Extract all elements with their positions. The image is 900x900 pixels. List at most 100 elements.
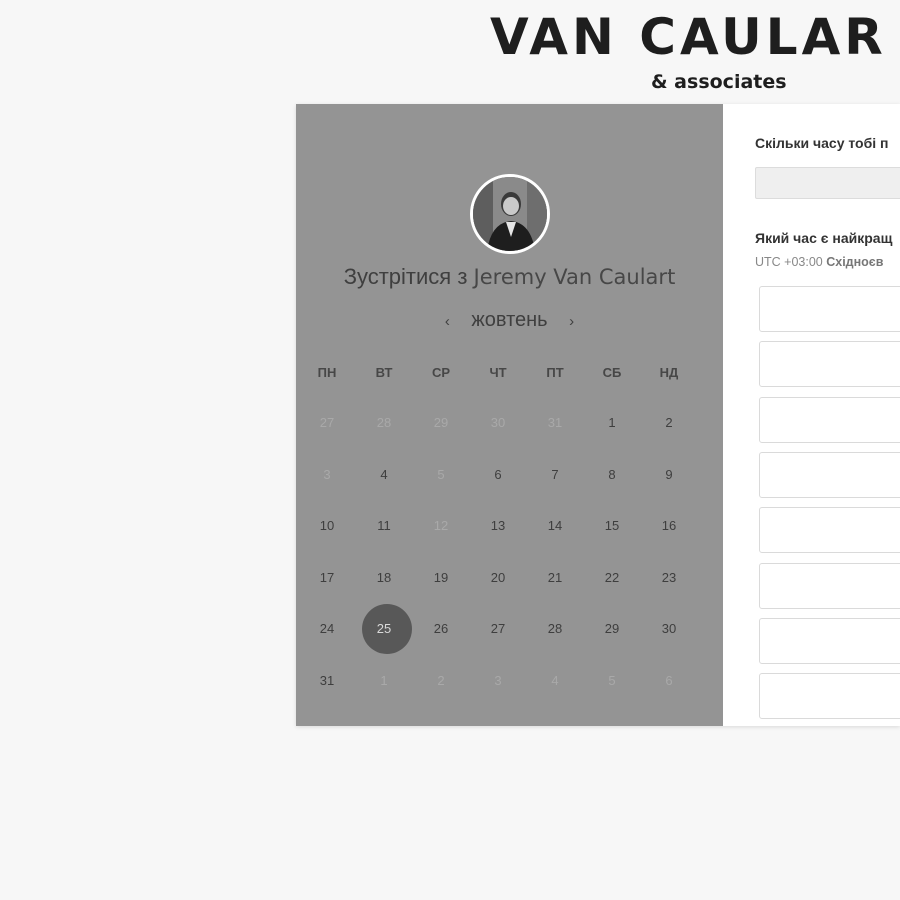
calendar-week-row: 24 25 26 27 28 29 30 bbox=[296, 604, 723, 654]
calendar-day[interactable]: 6 bbox=[470, 450, 526, 500]
timezone-label[interactable]: UTC +03:00 Східноєв bbox=[755, 254, 883, 270]
meet-prefix: Зустрітися з bbox=[343, 264, 468, 289]
calendar-day: 3 bbox=[299, 450, 355, 500]
calendar-day[interactable]: 7 bbox=[527, 450, 583, 500]
host-name: Jeremy Van Caulart bbox=[473, 265, 676, 289]
time-slot-button[interactable] bbox=[759, 341, 900, 388]
time-slot-button[interactable] bbox=[759, 286, 900, 332]
calendar-day[interactable]: 11 bbox=[356, 501, 412, 551]
calendar-day-number: 2 bbox=[437, 672, 445, 688]
calendar-day[interactable]: 13 bbox=[470, 501, 526, 551]
weekday-label: ПН bbox=[317, 365, 337, 380]
calendar-day[interactable]: 24 bbox=[299, 604, 355, 654]
time-slot-button[interactable] bbox=[759, 617, 900, 664]
calendar-day-number: 1 bbox=[608, 415, 616, 430]
time-slot-button[interactable] bbox=[759, 396, 900, 443]
calendar-day-number: 4 bbox=[551, 672, 559, 688]
calendar-week-row: 31 1 2 3 4 5 6 bbox=[296, 656, 723, 706]
calendar-day-number: 5 bbox=[608, 672, 616, 688]
calendar-day-number: 28 bbox=[547, 621, 563, 636]
calendar-day-number: 31 bbox=[547, 415, 563, 430]
calendar-day[interactable]: 29 bbox=[584, 604, 640, 654]
calendar-day-number: 8 bbox=[608, 466, 616, 482]
calendar-day: 5 bbox=[584, 656, 640, 706]
calendar-day[interactable]: 18 bbox=[356, 553, 412, 603]
calendar-day[interactable]: 22 bbox=[584, 553, 640, 603]
calendar-day-number: 20 bbox=[490, 569, 506, 585]
calendar-day-number: 27 bbox=[319, 415, 335, 430]
calendar-day-number: 5 bbox=[437, 466, 445, 482]
brand-name: VAN CAULAR bbox=[490, 8, 887, 66]
calendar-day[interactable]: 9 bbox=[641, 450, 697, 500]
calendar-day[interactable]: 21 bbox=[527, 553, 583, 603]
booking-card: Зустрітися з Jeremy Van Caulart ‹ жовтен… bbox=[296, 104, 900, 726]
calendar-day-number: 21 bbox=[547, 569, 563, 585]
timezone-name: Східноєв bbox=[826, 255, 884, 269]
calendar-day[interactable]: 17 bbox=[299, 553, 355, 603]
calendar-day-number: 1 bbox=[380, 672, 388, 688]
month-label: жовтень bbox=[471, 309, 548, 331]
duration-selector[interactable] bbox=[755, 167, 900, 199]
calendar-day-number: 25 bbox=[376, 621, 392, 636]
calendar-day-number: 13 bbox=[490, 518, 506, 533]
calendar-day[interactable]: 10 bbox=[299, 501, 355, 551]
calendar-day-number: 24 bbox=[319, 621, 335, 636]
time-slot-button[interactable] bbox=[759, 451, 900, 498]
calendar-day[interactable]: 14 bbox=[527, 501, 583, 551]
calendar-day-number: 29 bbox=[433, 415, 449, 430]
calendar-day-number: 6 bbox=[494, 466, 502, 482]
calendar-day[interactable]: 2 bbox=[641, 398, 697, 448]
next-month-icon[interactable]: › bbox=[553, 313, 590, 330]
calendar-day: 28 bbox=[356, 398, 412, 448]
prev-month-icon[interactable]: ‹ bbox=[429, 313, 466, 330]
calendar-day-number: 6 bbox=[665, 672, 673, 688]
calendar-day-number: 14 bbox=[547, 518, 563, 533]
calendar-day-number: 12 bbox=[433, 518, 449, 533]
calendar-day-number: 3 bbox=[323, 466, 331, 482]
calendar-day-number: 17 bbox=[319, 569, 335, 585]
weekday-label: НД bbox=[659, 365, 679, 380]
calendar-day-number: 22 bbox=[604, 569, 620, 585]
calendar-day-number: 11 bbox=[377, 518, 391, 533]
calendar-day-number: 3 bbox=[494, 672, 502, 688]
calendar-day[interactable]: 26 bbox=[413, 604, 469, 654]
duration-question: Скільки часу тобі п bbox=[755, 135, 889, 151]
calendar-day: 29 bbox=[413, 398, 469, 448]
calendar-day[interactable]: 1 bbox=[584, 398, 640, 448]
calendar-day-number: 29 bbox=[604, 621, 620, 636]
calendar-day-number: 10 bbox=[319, 518, 335, 533]
weekday-header: ПН ВТ СР ЧТ ПТ СБ НД bbox=[296, 360, 723, 386]
calendar-day[interactable]: 19 bbox=[413, 553, 469, 603]
calendar-day-number: 2 bbox=[665, 415, 673, 430]
calendar-day[interactable]: 27 bbox=[470, 604, 526, 654]
calendar-day-number: 7 bbox=[551, 466, 559, 482]
calendar-day[interactable]: 8 bbox=[584, 450, 640, 500]
time-slot-button[interactable] bbox=[759, 673, 900, 720]
calendar-day[interactable]: 30 bbox=[641, 604, 697, 654]
calendar-day: 30 bbox=[470, 398, 526, 448]
time-selection-panel: Скільки часу тобі п Який час є найкращ U… bbox=[723, 104, 900, 726]
calendar-day-number: 18 bbox=[376, 569, 392, 585]
calendar-day[interactable]: 15 bbox=[584, 501, 640, 551]
calendar-day[interactable]: 20 bbox=[470, 553, 526, 603]
calendar-day: 4 bbox=[527, 656, 583, 706]
time-slot-button[interactable] bbox=[759, 507, 900, 554]
timezone-offset: UTC +03:00 bbox=[755, 255, 823, 269]
calendar-week-row: 10 11 12 13 14 15 16 bbox=[296, 501, 723, 551]
calendar-day[interactable]: 31 bbox=[299, 656, 355, 706]
calendar-day-number: 23 bbox=[661, 569, 677, 585]
weekday-label: ВТ bbox=[375, 365, 393, 380]
calendar-day-number: 31 bbox=[319, 672, 335, 688]
calendar-day-number: 15 bbox=[604, 518, 620, 533]
calendar-day[interactable]: 23 bbox=[641, 553, 697, 603]
calendar-day[interactable]: 4 bbox=[356, 450, 412, 500]
calendar-day: 3 bbox=[470, 656, 526, 706]
calendar-day[interactable]: 16 bbox=[641, 501, 697, 551]
calendar-day-selected[interactable]: 25 bbox=[356, 604, 412, 654]
month-navigation: ‹ жовтень › bbox=[296, 308, 723, 334]
calendar-day: 5 bbox=[413, 450, 469, 500]
calendar-day[interactable]: 28 bbox=[527, 604, 583, 654]
time-slot-button[interactable] bbox=[759, 562, 900, 609]
calendar-week-row: 27 28 29 30 31 1 2 bbox=[296, 398, 723, 448]
brand-tagline: & associates bbox=[651, 71, 787, 93]
